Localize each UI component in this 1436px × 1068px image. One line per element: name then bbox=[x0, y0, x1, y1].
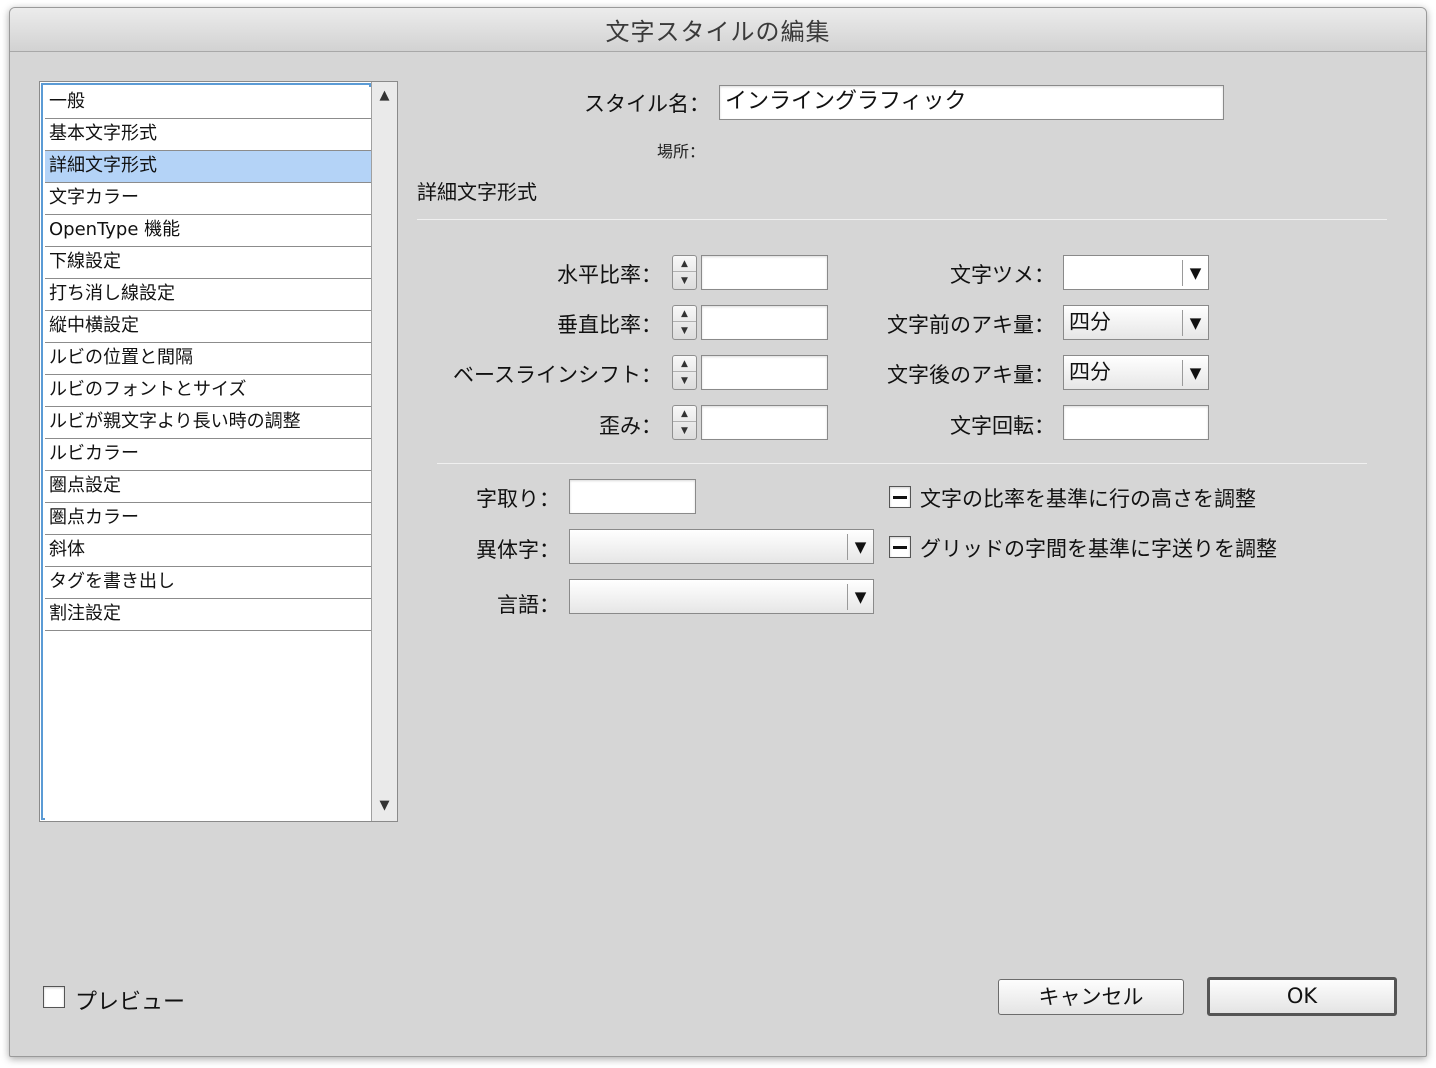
stepper-up-icon[interactable]: ▲ bbox=[673, 406, 696, 422]
vertical-scale-input[interactable] bbox=[701, 305, 828, 340]
language-select[interactable]: ▼ bbox=[569, 579, 874, 614]
ratio-line-height-label[interactable]: 文字の比率を基準に行の高さを調整 bbox=[920, 483, 1256, 513]
category-item[interactable]: 詳細文字形式 bbox=[45, 151, 371, 183]
rotation-input[interactable] bbox=[1063, 405, 1209, 440]
category-item[interactable]: 斜体 bbox=[45, 535, 371, 567]
category-item[interactable]: 圏点カラー bbox=[45, 503, 371, 535]
dropdown-arrow-icon[interactable]: ▼ bbox=[1182, 360, 1208, 386]
window-title: 文字スタイルの編集 bbox=[605, 18, 831, 46]
skew-input[interactable] bbox=[701, 405, 828, 440]
dialog-window: 文字スタイルの編集 一般 基本文字形式 詳細文字形式 文字カラー OpenType 機能… bbox=[9, 7, 1427, 1057]
grid-spacing-label[interactable]: グリッドの字間を基準に字送りを調整 bbox=[920, 533, 1277, 563]
category-list-scrollbar[interactable]: ▲ ▼ bbox=[371, 82, 397, 821]
cancel-button[interactable]: キャンセル bbox=[998, 979, 1184, 1015]
dropdown-arrow-icon[interactable]: ▼ bbox=[847, 534, 873, 560]
dropdown-arrow-icon[interactable]: ▼ bbox=[1182, 310, 1208, 336]
aki-before-value: 四分 bbox=[1069, 310, 1111, 334]
category-item[interactable]: 割注設定 bbox=[45, 599, 371, 631]
stepper-down-icon[interactable]: ▼ bbox=[673, 423, 696, 439]
category-list: 一般 基本文字形式 詳細文字形式 文字カラー OpenType 機能 下線設定 打ち消し線設… bbox=[39, 81, 398, 822]
category-item[interactable]: ルビが親文字より長い時の調整 bbox=[45, 407, 371, 439]
category-list-items: 一般 基本文字形式 詳細文字形式 文字カラー OpenType 機能 下線設定 打ち消し線設… bbox=[45, 87, 371, 820]
category-item[interactable]: 打ち消し線設定 bbox=[45, 279, 371, 311]
scroll-up-icon[interactable]: ▲ bbox=[372, 84, 397, 108]
category-item[interactable]: ルビの位置と間隔 bbox=[45, 343, 371, 375]
section-divider bbox=[417, 219, 1387, 220]
vertical-scale-stepper[interactable]: ▲ ▼ bbox=[672, 305, 697, 340]
aki-before-select[interactable]: 四分 ▼ bbox=[1063, 305, 1209, 340]
aki-after-value: 四分 bbox=[1069, 360, 1111, 384]
tsume-combo[interactable]: ▼ bbox=[1063, 255, 1209, 290]
baseline-shift-label: ベースラインシフト： bbox=[453, 363, 662, 387]
horizontal-scale-stepper[interactable]: ▲ ▼ bbox=[672, 255, 697, 290]
ratio-line-height-checkbox[interactable] bbox=[889, 486, 911, 508]
lower-divider bbox=[437, 463, 1367, 464]
stepper-down-icon[interactable]: ▼ bbox=[673, 273, 696, 289]
horizontal-scale-label: 水平比率： bbox=[557, 263, 662, 287]
mixed-state-icon bbox=[893, 546, 907, 549]
horizontal-scale-input[interactable] bbox=[701, 255, 828, 290]
category-item[interactable]: OpenType 機能 bbox=[45, 215, 371, 247]
category-item[interactable]: 一般 bbox=[45, 87, 371, 119]
category-item[interactable]: 下線設定 bbox=[45, 247, 371, 279]
grid-spacing-checkbox[interactable] bbox=[889, 536, 911, 558]
category-item[interactable]: 基本文字形式 bbox=[45, 119, 371, 151]
stepper-down-icon[interactable]: ▼ bbox=[673, 373, 696, 389]
rotation-label: 文字回転： bbox=[950, 414, 1055, 438]
skew-stepper[interactable]: ▲ ▼ bbox=[672, 405, 697, 440]
stepper-up-icon[interactable]: ▲ bbox=[673, 356, 696, 372]
preview-label[interactable]: プレビュー bbox=[75, 984, 185, 1016]
title-bar[interactable]: 文字スタイルの編集 bbox=[10, 8, 1426, 52]
ok-button[interactable]: OK bbox=[1207, 977, 1397, 1016]
category-item[interactable]: タグを書き出し bbox=[45, 567, 371, 599]
style-name-label: スタイル名： bbox=[584, 92, 710, 116]
mixed-state-icon bbox=[893, 496, 907, 499]
scroll-down-icon[interactable]: ▼ bbox=[372, 794, 397, 818]
style-name-input[interactable]: インライングラフィック bbox=[719, 85, 1224, 120]
variant-select[interactable]: ▼ bbox=[569, 529, 874, 564]
category-item[interactable]: 文字カラー bbox=[45, 183, 371, 215]
category-item[interactable]: ルビのフォントとサイズ bbox=[45, 375, 371, 407]
category-item[interactable]: ルビカラー bbox=[45, 439, 371, 471]
category-list-focus-ring: 一般 基本文字形式 詳細文字形式 文字カラー OpenType 機能 下線設定 打ち消し線設… bbox=[41, 83, 371, 820]
variant-label: 異体字： bbox=[476, 538, 560, 562]
section-title: 詳細文字形式 bbox=[417, 180, 537, 204]
aki-after-select[interactable]: 四分 ▼ bbox=[1063, 355, 1209, 390]
dropdown-arrow-icon[interactable]: ▼ bbox=[1182, 260, 1208, 286]
baseline-shift-stepper[interactable]: ▲ ▼ bbox=[672, 355, 697, 390]
mojitori-input[interactable] bbox=[569, 479, 696, 514]
stepper-up-icon[interactable]: ▲ bbox=[673, 256, 696, 272]
aki-before-label: 文字前のアキ量： bbox=[887, 313, 1055, 337]
mojitori-label: 字取り： bbox=[476, 487, 560, 511]
category-item[interactable]: 縦中横設定 bbox=[45, 311, 371, 343]
category-item[interactable]: 圏点設定 bbox=[45, 471, 371, 503]
dropdown-arrow-icon[interactable]: ▼ bbox=[847, 584, 873, 610]
stepper-down-icon[interactable]: ▼ bbox=[673, 323, 696, 339]
vertical-scale-label: 垂直比率： bbox=[557, 313, 662, 337]
language-label: 言語： bbox=[497, 593, 560, 617]
aki-after-label: 文字後のアキ量： bbox=[887, 363, 1055, 387]
preview-checkbox[interactable] bbox=[43, 986, 65, 1008]
baseline-shift-input[interactable] bbox=[701, 355, 828, 390]
location-label: 場所： bbox=[657, 142, 706, 161]
stepper-up-icon[interactable]: ▲ bbox=[673, 306, 696, 322]
tsume-label: 文字ツメ： bbox=[950, 263, 1055, 287]
skew-label: 歪み： bbox=[599, 414, 662, 438]
